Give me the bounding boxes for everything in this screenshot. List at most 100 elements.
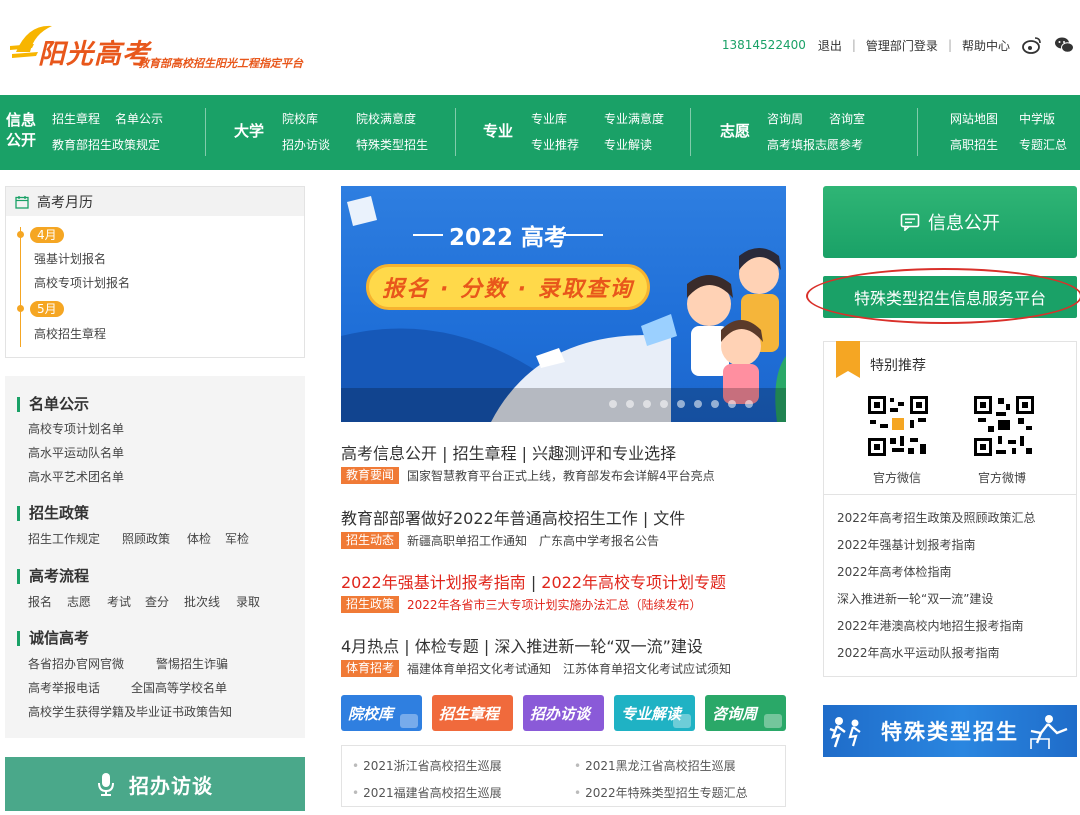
tour-link[interactable]: 2021浙江省高校招生巡展: [352, 757, 502, 774]
recommend-link[interactable]: 2022年高考体检指南: [837, 563, 952, 580]
carousel-dot[interactable]: [711, 400, 719, 408]
news-headline-link[interactable]: 4月热点: [341, 637, 399, 656]
nav-university-title[interactable]: 大学: [234, 121, 264, 141]
list-item[interactable]: 考试: [107, 593, 131, 610]
nav-link-special-admission[interactable]: 特殊类型招生: [356, 137, 428, 153]
tile-major-interpret[interactable]: 专业解读: [614, 695, 695, 731]
section-title-list-publicity[interactable]: 名单公示: [17, 397, 89, 412]
news-headline-link[interactable]: 2022年高校专项计划专题: [541, 573, 726, 592]
nav-link-vocational[interactable]: 高职招生: [950, 137, 998, 153]
news-headline-link[interactable]: 高考信息公开: [341, 444, 437, 463]
recommend-link[interactable]: 2022年强基计划报考指南: [837, 536, 976, 553]
list-item[interactable]: 高水平运动队名单: [28, 444, 124, 461]
calendar-item[interactable]: 高校专项计划报名: [34, 274, 130, 291]
recommend-link[interactable]: 2022年港澳高校内地招生报考指南: [837, 617, 1024, 634]
hero-banner[interactable]: 2022 高考 报名 · 分数 · 录取查询: [341, 186, 786, 422]
list-item[interactable]: 高校专项计划名单: [28, 420, 124, 437]
section-title-process[interactable]: 高考流程: [17, 569, 89, 584]
news-headline-link[interactable]: 体检专题: [415, 637, 479, 656]
site-logo[interactable]: 阳光高考 教育部高校招生阳光工程指定平台: [8, 22, 308, 72]
nav-link-list-publicity[interactable]: 名单公示: [115, 111, 163, 127]
tile-consult-week[interactable]: 咨询周: [705, 695, 786, 731]
tile-office-interview[interactable]: 招办访谈: [523, 695, 604, 731]
nav-link-office-interview[interactable]: 招办访谈: [282, 137, 330, 153]
recommend-link[interactable]: 2022年高考招生政策及照顾政策汇总: [837, 509, 1036, 526]
help-center-link[interactable]: 帮助中心: [962, 37, 1010, 54]
news-sub-link[interactable]: 江苏体育单招文化考试应试须知: [563, 660, 731, 677]
tour-link[interactable]: 2022年特殊类型招生专题汇总: [574, 784, 748, 801]
news-sub-link[interactable]: 2022年各省市三大专项计划实施办法汇总（陆续发布）: [407, 596, 702, 613]
weibo-icon[interactable]: [1022, 36, 1042, 54]
list-item[interactable]: 军检: [225, 530, 249, 547]
nav-major-title[interactable]: 专业: [483, 121, 513, 141]
list-item[interactable]: 志愿: [67, 593, 91, 610]
calendar-item[interactable]: 高校招生章程: [34, 325, 106, 342]
logout-link[interactable]: 退出: [818, 37, 842, 54]
news-headline-link[interactable]: 深入推进新一轮“双一流”建设: [494, 637, 703, 656]
nav-info-title[interactable]: 信息公开: [6, 110, 38, 150]
info-disclosure-button[interactable]: 信息公开: [823, 186, 1077, 258]
news-tag[interactable]: 招生政策: [341, 596, 400, 613]
section-title-integrity[interactable]: 诚信高考: [17, 631, 89, 646]
carousel-dot[interactable]: [660, 400, 668, 408]
news-headline-link[interactable]: 兴趣测评和专业选择: [532, 444, 676, 463]
nav-link-major-db[interactable]: 专业库: [531, 111, 567, 127]
nav-link-consult-room[interactable]: 咨询室: [829, 111, 865, 127]
list-item[interactable]: 全国高等学校名单: [131, 679, 227, 696]
news-sub-link[interactable]: 新疆高职单招工作通知: [407, 532, 527, 549]
list-item[interactable]: 体检: [187, 530, 211, 547]
list-item[interactable]: 录取: [236, 593, 260, 610]
carousel-dot[interactable]: [694, 400, 702, 408]
news-headline-link[interactable]: 教育部部署做好2022年普通高校招生工作: [341, 509, 638, 528]
list-item[interactable]: 照顾政策: [122, 530, 170, 547]
tour-link[interactable]: 2021黑龙江省高校招生巡展: [574, 757, 736, 774]
nav-wish-title[interactable]: 志愿: [720, 121, 750, 141]
calendar-item[interactable]: 强基计划报名: [34, 250, 106, 267]
tour-link[interactable]: 2021福建省高校招生巡展: [352, 784, 502, 801]
list-item[interactable]: 招生工作规定: [28, 530, 100, 547]
banner-carousel-dots[interactable]: [609, 400, 762, 408]
carousel-dot[interactable]: [677, 400, 685, 408]
recommend-link[interactable]: 深入推进新一轮“双一流”建设: [837, 590, 993, 607]
news-sub-link[interactable]: 广东高中学考报名公告: [539, 532, 659, 549]
wechat-icon[interactable]: [1054, 36, 1074, 54]
section-title-policy[interactable]: 招生政策: [17, 506, 89, 521]
news-headline-link[interactable]: 2022年强基计划报考指南: [341, 573, 526, 592]
special-admission-banner[interactable]: 特殊类型招生: [823, 705, 1077, 757]
nav-link-major-recommend[interactable]: 专业推荐: [531, 137, 579, 153]
news-tag[interactable]: 教育要闻: [341, 467, 400, 484]
carousel-dot[interactable]: [643, 400, 651, 408]
tile-admission-charter[interactable]: 招生章程: [432, 695, 513, 731]
carousel-dot[interactable]: [626, 400, 634, 408]
news-tag[interactable]: 招生动态: [341, 532, 400, 549]
nav-link-admission-charter[interactable]: 招生章程: [52, 111, 100, 127]
recommend-link[interactable]: 2022年高水平运动队报考指南: [837, 644, 1000, 661]
list-item[interactable]: 高校学生获得学籍及毕业证书政策告知: [28, 703, 232, 720]
news-sub-link[interactable]: 国家智慧教育平台正式上线，教育部发布会详解4平台亮点: [407, 467, 715, 484]
list-item[interactable]: 批次线: [184, 593, 220, 610]
nav-link-moe-policy[interactable]: 教育部招生政策规定: [52, 137, 160, 153]
list-item[interactable]: 高水平艺术团名单: [28, 468, 124, 485]
nav-link-wish-reference[interactable]: 高考填报志愿参考: [767, 137, 863, 153]
nav-link-topics[interactable]: 专题汇总: [1019, 137, 1067, 153]
admin-login-link[interactable]: 管理部门登录: [866, 37, 938, 54]
list-item[interactable]: 警惕招生诈骗: [156, 655, 228, 672]
news-tag[interactable]: 体育招考: [341, 660, 400, 677]
news-headline-link[interactable]: 招生章程: [453, 444, 517, 463]
nav-link-major-satisfaction[interactable]: 专业满意度: [604, 111, 664, 127]
nav-link-major-interpret[interactable]: 专业解读: [604, 137, 652, 153]
nav-link-middle-school[interactable]: 中学版: [1019, 111, 1055, 127]
list-item[interactable]: 查分: [145, 593, 169, 610]
nav-link-school-satisfaction[interactable]: 院校满意度: [356, 111, 416, 127]
carousel-dot[interactable]: [745, 400, 753, 408]
list-item[interactable]: 报名: [28, 593, 52, 610]
list-item[interactable]: 高考举报电话: [28, 679, 100, 696]
office-interview-button[interactable]: 招办访谈: [5, 757, 305, 811]
carousel-dot[interactable]: [728, 400, 736, 408]
news-sub-link[interactable]: 福建体育单招文化考试通知: [407, 660, 551, 677]
user-phone-link[interactable]: 13814522400: [722, 38, 806, 52]
news-headline-link[interactable]: 文件: [653, 509, 685, 528]
nav-link-school-db[interactable]: 院校库: [282, 111, 318, 127]
nav-link-consult-week[interactable]: 咨询周: [767, 111, 803, 127]
list-item[interactable]: 各省招办官网官微: [28, 655, 124, 672]
